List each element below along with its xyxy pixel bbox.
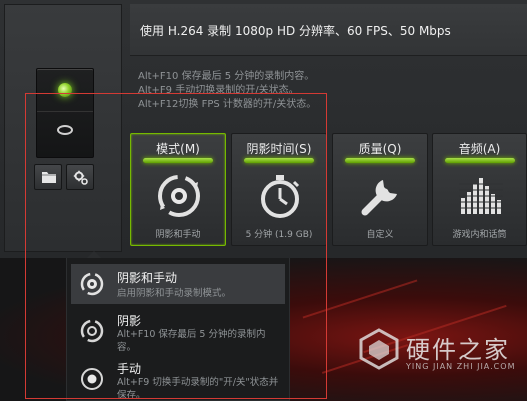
tile-quality[interactable]: 质量(Q) 自定义	[332, 133, 428, 246]
tile-audio-indicator	[445, 158, 515, 163]
watermark-title: 硬件之家	[406, 336, 510, 364]
watermark-subtitle: YING JIAN ZHI JIA.COM	[406, 362, 516, 371]
tile-audio-value: 游戏内和话筒	[452, 230, 507, 240]
tile-audio[interactable]: 音频(A) 游戏内和话筒	[432, 133, 527, 246]
watermark-logo-icon	[359, 328, 399, 370]
tile-audio-label: 音频(A)	[458, 142, 501, 156]
tile-quality-label: 质量(Q)	[358, 142, 402, 156]
wrench-icon	[361, 180, 397, 216]
status-header: 使用 H.264 录制 1080p HD 分辨率、60 FPS、50 Mbps	[130, 4, 527, 56]
tile-quality-value: 自定义	[366, 230, 394, 240]
highlight-annotation-box	[25, 93, 327, 399]
tile-quality-indicator	[345, 158, 415, 163]
audio-level-icon	[459, 178, 503, 214]
recording-status-text: 使用 H.264 录制 1080p HD 分辨率、60 FPS、50 Mbps	[140, 24, 451, 38]
site-watermark: 硬件之家 YING JIAN ZHI JIA.COM	[358, 328, 514, 374]
hint-line: Alt+F10 保存最后 5 分钟的录制内容。	[138, 71, 315, 82]
